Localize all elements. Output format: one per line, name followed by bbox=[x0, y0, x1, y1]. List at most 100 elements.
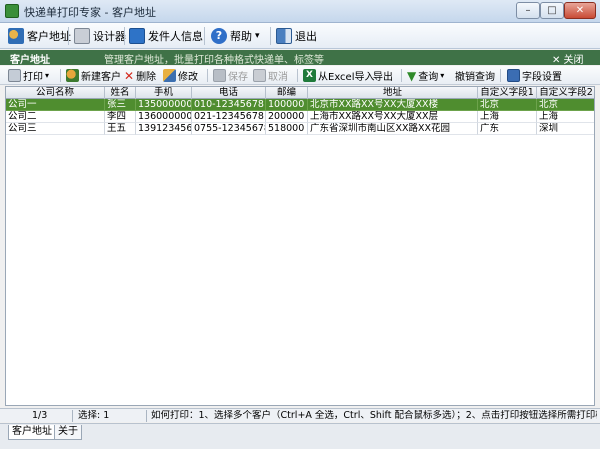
toolbar-divider bbox=[270, 27, 271, 45]
chevron-down-icon: ▾ bbox=[255, 31, 260, 41]
cell-company: 公司二 bbox=[6, 111, 105, 123]
cell-custom2: 上海 bbox=[537, 111, 594, 123]
cancel-query-button[interactable]: 撤销查询 bbox=[455, 68, 495, 83]
cell-address: 上海市XX路XX号XX大厦XX层 bbox=[308, 111, 478, 123]
column-header-address[interactable]: 地址 bbox=[308, 87, 478, 99]
cell-company: 公司三 bbox=[6, 123, 105, 135]
help-button[interactable]: ? 帮助 ▾ bbox=[211, 26, 260, 46]
column-header-phone[interactable]: 电话 bbox=[192, 87, 266, 99]
excel-icon: X bbox=[303, 69, 316, 82]
table-row[interactable]: 公司一 张三 13500000000 010-12345678 100000 北… bbox=[6, 99, 594, 111]
print-button[interactable]: 打印 ▾ bbox=[8, 68, 49, 83]
delete-x-icon: ✕ bbox=[124, 68, 135, 83]
cell-phone: 010-12345678 bbox=[192, 99, 266, 111]
exit-label: 退出 bbox=[295, 30, 317, 43]
customer-table[interactable]: 公司名称 姓名 手机 电话 邮编 地址 自定义字段1 自定义字段2 公司一 张三… bbox=[5, 86, 595, 406]
filter-icon: ▼ bbox=[407, 68, 417, 83]
selected-count: 选择: 1 bbox=[78, 410, 110, 421]
edit-label: 修改 bbox=[178, 72, 198, 83]
minimize-button[interactable]: – bbox=[516, 2, 540, 19]
add-user-icon bbox=[66, 69, 79, 82]
column-header-custom1[interactable]: 自定义字段1 bbox=[478, 87, 537, 99]
cancel-icon bbox=[253, 69, 266, 82]
toolbar-divider bbox=[207, 69, 208, 82]
cell-zip: 100000 bbox=[266, 99, 308, 111]
cell-mobile: 13912345678 bbox=[136, 123, 192, 135]
column-header-company[interactable]: 公司名称 bbox=[6, 87, 105, 99]
cell-custom2: 深圳 bbox=[537, 123, 594, 135]
title-bar: 快递单打印专家 - 客户地址 – □ ✕ bbox=[0, 0, 600, 23]
import-excel-button[interactable]: X 从Excel导入 bbox=[303, 68, 375, 83]
users-icon bbox=[8, 28, 24, 44]
bottom-tabs: 客户地址 关于 bbox=[0, 423, 600, 449]
print-label: 打印 bbox=[23, 72, 43, 83]
save-label: 保存 bbox=[228, 72, 248, 83]
table-row[interactable]: 公司三 王五 13912345678 0755-12345678 518000 … bbox=[6, 123, 594, 135]
query-label: 查询 bbox=[418, 72, 439, 83]
id-card-icon bbox=[129, 28, 145, 44]
field-settings-label: 字段设置 bbox=[522, 72, 562, 83]
print-hint: 如何打印：1、选择多个客户（Ctrl+A 全选，Ctrl、Shift 配合鼠标多… bbox=[151, 410, 597, 421]
export-label: 导出 bbox=[373, 72, 393, 83]
cell-name: 张三 bbox=[105, 99, 136, 111]
delete-label: 删除 bbox=[136, 72, 157, 83]
save-button[interactable]: 保存 bbox=[213, 68, 248, 83]
customer-toolbar: 打印 ▾ 新建客户 ✕ 删除 修改 保存 取消 X 从Excel导入 导出 ▼ … bbox=[0, 66, 600, 85]
cell-zip: 518000 bbox=[266, 123, 308, 135]
chevron-down-icon: ▾ bbox=[45, 71, 50, 80]
export-button[interactable]: 导出 bbox=[373, 68, 393, 83]
printer-icon bbox=[8, 69, 21, 82]
status-divider bbox=[72, 410, 73, 422]
toolbar-divider bbox=[500, 69, 501, 82]
toolbar-divider bbox=[204, 27, 205, 45]
cell-phone: 0755-12345678 bbox=[192, 123, 266, 135]
status-divider bbox=[146, 410, 147, 422]
cell-mobile: 13600000000 bbox=[136, 111, 192, 123]
designer-label: 设计器 bbox=[93, 30, 126, 43]
query-button[interactable]: ▼ 查询 ▾ bbox=[407, 68, 445, 84]
customer-address-button[interactable]: 客户地址 bbox=[8, 26, 71, 46]
column-header-custom2[interactable]: 自定义字段2 bbox=[537, 87, 594, 99]
section-close-button[interactable]: ✕ 关闭 bbox=[552, 51, 584, 66]
window-title: 快递单打印专家 - 客户地址 bbox=[24, 6, 156, 19]
new-customer-label: 新建客户 bbox=[81, 72, 121, 83]
help-icon: ? bbox=[211, 28, 227, 44]
table-row[interactable]: 公司二 李四 13600000000 021-12345678 200000 上… bbox=[6, 111, 594, 123]
maximize-button[interactable]: □ bbox=[540, 2, 564, 19]
column-header-name[interactable]: 姓名 bbox=[105, 87, 136, 99]
printer-icon bbox=[74, 28, 90, 44]
new-customer-button[interactable]: 新建客户 bbox=[66, 68, 121, 83]
delete-button[interactable]: ✕ 删除 bbox=[124, 68, 157, 84]
cell-phone: 021-12345678 bbox=[192, 111, 266, 123]
toolbar-divider bbox=[68, 27, 69, 45]
toolbar-divider bbox=[60, 69, 61, 82]
sender-info-button[interactable]: 发件人信息 bbox=[129, 26, 203, 46]
edit-button[interactable]: 修改 bbox=[163, 68, 198, 83]
column-header-mobile[interactable]: 手机 bbox=[136, 87, 192, 99]
cell-company: 公司一 bbox=[6, 99, 105, 111]
cancel-button[interactable]: 取消 bbox=[253, 68, 288, 83]
cancel-label: 取消 bbox=[268, 72, 288, 83]
import-excel-label: 从Excel导入 bbox=[318, 72, 375, 83]
tab-about[interactable]: 关于 bbox=[54, 425, 82, 440]
help-label: 帮助 bbox=[230, 30, 252, 43]
toolbar-divider bbox=[401, 69, 402, 82]
cell-custom1: 北京 bbox=[478, 99, 537, 111]
cell-custom2: 北京 bbox=[537, 99, 594, 111]
main-toolbar: 客户地址 设计器 发件人信息 ? 帮助 ▾ 退出 bbox=[0, 23, 600, 49]
cell-name: 李四 bbox=[105, 111, 136, 123]
tab-customer-address[interactable]: 客户地址 bbox=[8, 425, 56, 440]
table-header: 公司名称 姓名 手机 电话 邮编 地址 自定义字段1 自定义字段2 bbox=[6, 87, 594, 99]
app-icon bbox=[5, 4, 19, 18]
cell-custom1: 上海 bbox=[478, 111, 537, 123]
exit-button[interactable]: 退出 bbox=[276, 26, 317, 46]
close-button[interactable]: ✕ bbox=[564, 2, 596, 19]
edit-icon bbox=[163, 69, 176, 82]
field-settings-button[interactable]: 字段设置 bbox=[507, 68, 562, 83]
cancel-query-label: 撤销查询 bbox=[455, 72, 495, 83]
column-header-zip[interactable]: 邮编 bbox=[266, 87, 308, 99]
table-settings-icon bbox=[507, 69, 520, 82]
designer-button[interactable]: 设计器 bbox=[74, 26, 126, 46]
cell-address: 北京市XX路XX号XX大厦XX楼 bbox=[308, 99, 478, 111]
chevron-down-icon: ▾ bbox=[440, 71, 445, 80]
